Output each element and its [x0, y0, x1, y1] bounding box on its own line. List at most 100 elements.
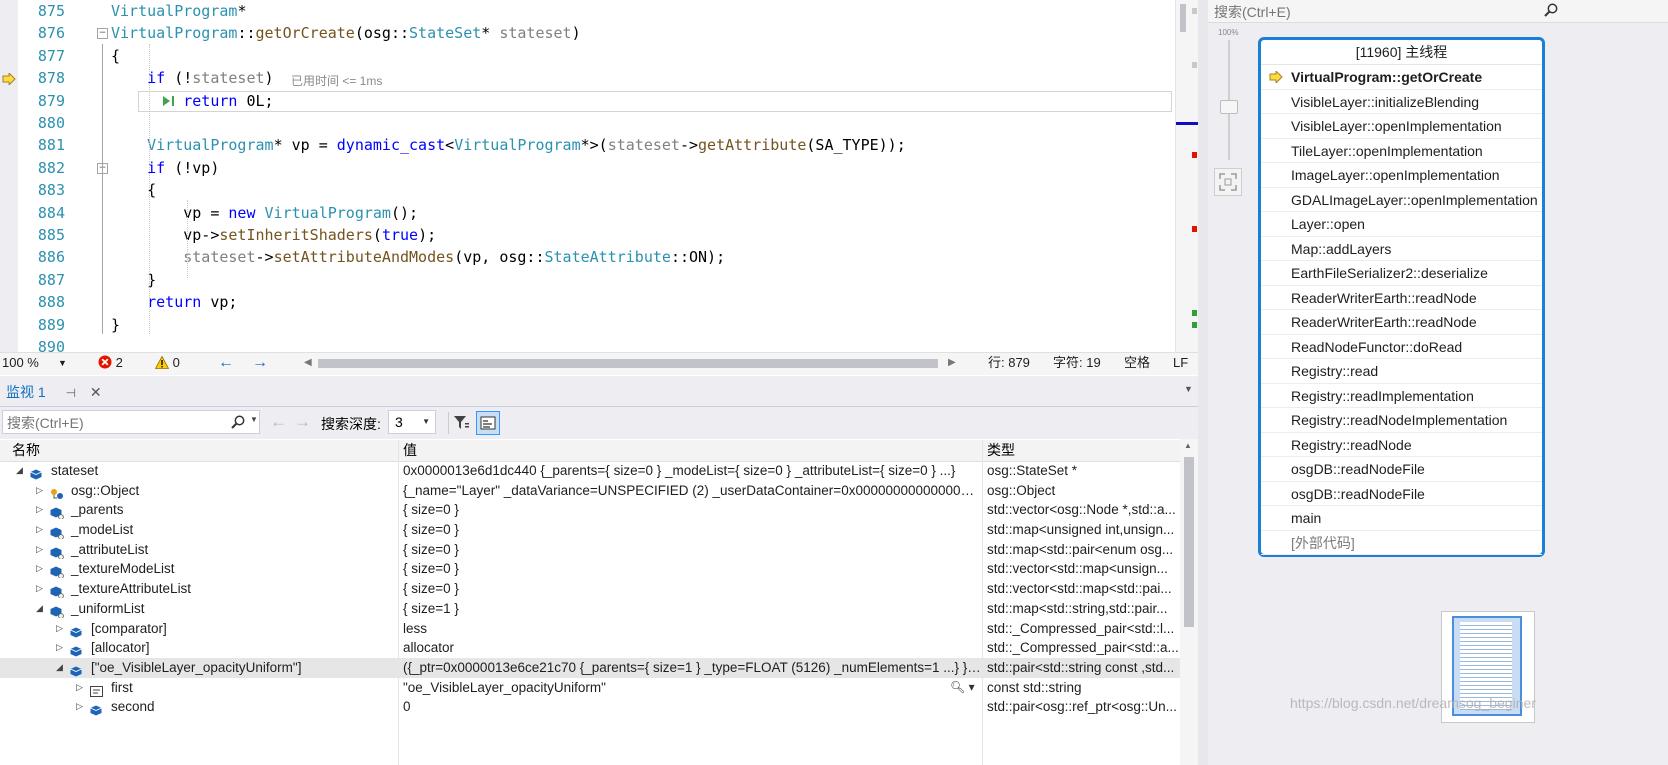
- watch-row[interactable]: ▷ first "oe_VisibleLayer_opacityUniform" 🔍︎…: [0, 678, 1180, 698]
- stack-frame[interactable]: main: [1261, 506, 1542, 531]
- watch-row[interactable]: ▷ _parents { size=0 } std::vector<osg::Node…: [0, 500, 1180, 521]
- close-icon[interactable]: ✕: [90, 384, 102, 400]
- panel-splitter[interactable]: [1198, 0, 1208, 765]
- column-header-value[interactable]: 值: [403, 440, 417, 461]
- watch-value[interactable]: allocator: [403, 638, 981, 658]
- watch-value[interactable]: { size=0 }: [403, 540, 981, 560]
- stack-frame[interactable]: ReaderWriterEarth::readNode: [1261, 310, 1542, 335]
- column-header-name[interactable]: 名称: [12, 440, 40, 461]
- line-ending-indicator[interactable]: LF: [1173, 353, 1188, 373]
- stack-frame[interactable]: osgDB::readNodeFile: [1261, 482, 1542, 506]
- stack-frame[interactable]: ReaderWriterEarth::readNode: [1261, 286, 1542, 310]
- watch-row[interactable]: ◢ ["oe_VisibleLayer_opacityUniform"] ({_pt…: [0, 657, 1180, 678]
- stack-frame[interactable]: Registry::readImplementation: [1261, 384, 1542, 408]
- scroll-thumb[interactable]: [1184, 457, 1194, 627]
- expand-arrow-icon[interactable]: ▷: [36, 559, 46, 579]
- code-line[interactable]: 880: [0, 112, 1175, 134]
- search-back-icon[interactable]: ←: [270, 412, 287, 432]
- stacks-search-box[interactable]: [1208, 0, 1668, 23]
- code-line[interactable]: 876 VirtualProgram::getOrCreate(osg::Stat…: [0, 22, 1175, 44]
- zoom-thumb[interactable]: [1220, 100, 1238, 114]
- watch-row[interactable]: ▷ _modeList { size=0 } std::map<unsigned in…: [0, 520, 1180, 540]
- search-icon[interactable]: [1544, 3, 1558, 17]
- expand-arrow-icon[interactable]: ▷: [36, 540, 46, 560]
- stack-frame[interactable]: VisibleLayer::openImplementation: [1261, 114, 1542, 139]
- watch-vertical-scrollbar[interactable]: ▲: [1180, 439, 1198, 765]
- code-line[interactable]: 883 {: [0, 179, 1175, 201]
- stack-frame[interactable]: Registry::readNodeImplementation: [1261, 408, 1542, 433]
- stack-frame[interactable]: GDALImageLayer::openImplementation: [1261, 188, 1542, 212]
- code-line[interactable]: 890: [0, 336, 1175, 352]
- watch-row[interactable]: ◢ _uniformList { size=1 } std::map<std::str…: [0, 599, 1180, 619]
- watch-value[interactable]: { size=0 }: [403, 500, 981, 520]
- expand-arrow-icon[interactable]: ▷: [76, 697, 86, 717]
- code-line[interactable]: 877 {: [0, 45, 1175, 67]
- search-depth-select[interactable]: 3 ▼: [388, 410, 436, 434]
- code-line[interactable]: 889}: [0, 314, 1175, 336]
- error-count-indicator[interactable]: 2: [98, 353, 123, 373]
- search-forward-icon[interactable]: →: [294, 412, 311, 432]
- line-indicator[interactable]: 行: 879: [988, 353, 1030, 373]
- expand-arrow-icon[interactable]: ▷: [36, 579, 46, 599]
- stack-frame[interactable]: Map::addLayers: [1261, 237, 1542, 261]
- watch-value[interactable]: { size=0 }: [403, 579, 981, 599]
- pin-source-icon[interactable]: [452, 414, 470, 432]
- warning-count-indicator[interactable]: 0: [154, 353, 180, 373]
- stack-frame[interactable]: VisibleLayer::initializeBlending: [1261, 90, 1542, 114]
- collapse-arrow-icon[interactable]: ◢: [36, 599, 46, 619]
- watch-row[interactable]: ▷ [comparator] less std::_Compressed_pair<s…: [0, 619, 1180, 639]
- watch-value[interactable]: { size=0 }: [403, 559, 981, 579]
- fold-toggle[interactable]: −: [97, 28, 108, 40]
- code-line[interactable]: 875 VirtualProgram*: [0, 0, 1175, 22]
- watch-search-box[interactable]: ▼: [2, 410, 260, 434]
- zoom-level[interactable]: 100 %: [2, 353, 39, 373]
- stack-frame[interactable]: TileLayer::openImplementation: [1261, 139, 1542, 163]
- zoom-to-fit-button[interactable]: [1214, 168, 1242, 196]
- code-line[interactable]: 884 vp = new VirtualProgram();: [0, 202, 1175, 224]
- collapse-arrow-icon[interactable]: ◢: [56, 658, 66, 678]
- horizontal-scroll-thumb[interactable]: [318, 359, 938, 368]
- zoom-dropdown-icon[interactable]: ▼: [58, 353, 67, 373]
- code-line[interactable]: 881 VirtualProgram* vp = dynamic_cast<Vi…: [0, 134, 1175, 156]
- code-line[interactable]: 886 stateset->setAttributeAndModes(vp, o…: [0, 246, 1175, 268]
- run-to-click-icon[interactable]: [162, 95, 178, 107]
- pin-icon[interactable]: ⊣: [66, 386, 76, 400]
- expand-arrow-icon[interactable]: ▷: [36, 500, 46, 520]
- stack-frame[interactable]: ImageLayer::openImplementation: [1261, 163, 1542, 188]
- watch-value[interactable]: { size=0 }: [403, 520, 981, 540]
- stack-frame[interactable]: Registry::readNode: [1261, 433, 1542, 457]
- watch-value[interactable]: ({_ptr=0x0000013e6ce21c70 {_parents={ si…: [403, 658, 981, 678]
- column-header-type[interactable]: 类型: [987, 440, 1015, 461]
- watch-row[interactable]: ◢ stateset 0x0000013e6d1dc440 {_parents={ …: [0, 461, 1180, 481]
- thread-header[interactable]: [11960] 主线程: [1261, 40, 1542, 65]
- watch-row[interactable]: ▷ [allocator] allocator std::_Compressed_pa…: [0, 638, 1180, 658]
- navigate-back-icon[interactable]: ←: [218, 353, 234, 373]
- text-visualizer-icon[interactable]: 🔍︎ ▾: [950, 678, 975, 698]
- whitespace-indicator[interactable]: 空格: [1124, 353, 1150, 373]
- code-line[interactable]: 882 if (!vp)−: [0, 157, 1175, 179]
- watch-search-input[interactable]: [5, 413, 229, 433]
- call-stack-node[interactable]: [11960] 主线程 VirtualProgram::getOrCreate V…: [1258, 37, 1545, 557]
- watch-value[interactable]: 0: [403, 697, 981, 717]
- search-options-icon[interactable]: ▼: [250, 415, 258, 424]
- expand-arrow-icon[interactable]: ▷: [56, 638, 66, 658]
- scroll-left-icon[interactable]: ◀: [304, 353, 312, 373]
- code-line[interactable]: 888 return vp;: [0, 291, 1175, 313]
- char-indicator[interactable]: 字符: 19: [1053, 353, 1101, 373]
- collapse-arrow-icon[interactable]: ◢: [16, 461, 26, 481]
- stack-frame[interactable]: Layer::open: [1261, 212, 1542, 237]
- watch-row[interactable]: ▷ osg::Object {_name="Layer" _dataVariance…: [0, 481, 1180, 501]
- zoom-slider[interactable]: 100%: [1216, 28, 1244, 168]
- watch-value[interactable]: 0x0000013e6d1dc440 {_parents={ size=0 } …: [403, 461, 981, 481]
- expand-arrow-icon[interactable]: ▷: [56, 619, 66, 639]
- tab-watch-1[interactable]: 监视 1 ⊣ ✕: [0, 379, 108, 406]
- watch-row[interactable]: ▷ _textureAttributeList { size=0 } std::vec…: [0, 579, 1180, 599]
- search-icon[interactable]: [231, 415, 245, 429]
- code-line[interactable]: 885 vp->setInheritShaders(true);: [0, 224, 1175, 246]
- expand-arrow-icon[interactable]: ▷: [36, 481, 46, 501]
- expand-arrow-icon[interactable]: ▷: [76, 678, 86, 698]
- watch-value[interactable]: { size=1 }: [403, 599, 981, 619]
- code-line[interactable]: 887 }: [0, 269, 1175, 291]
- stacks-search-input[interactable]: [1212, 2, 1636, 22]
- watch-row[interactable]: ▷ second 0 std::pair<osg::ref_ptr<osg::Un..…: [0, 697, 1180, 717]
